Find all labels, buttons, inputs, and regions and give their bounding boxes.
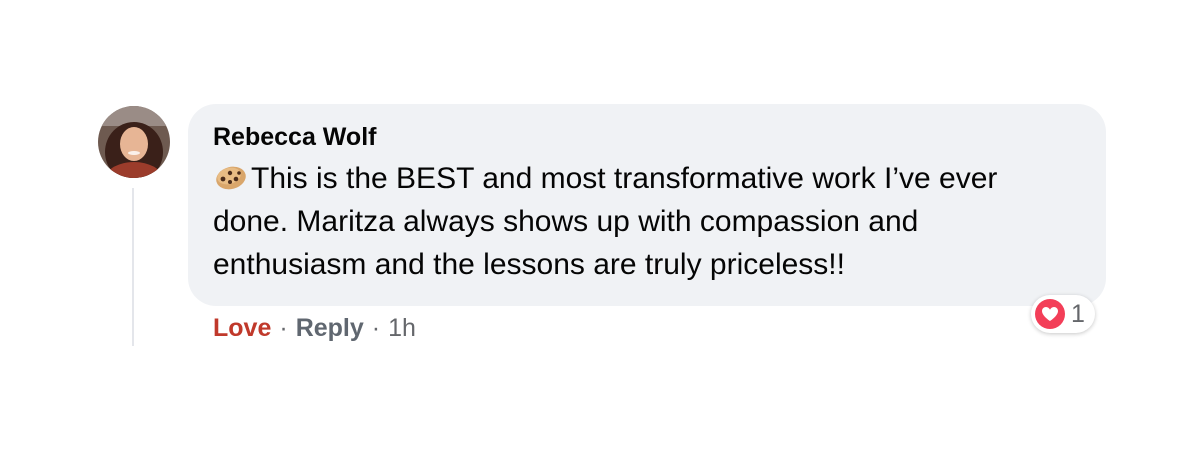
cookie-emoji-icon	[213, 161, 249, 191]
thread-line	[132, 188, 134, 346]
author-name[interactable]: Rebecca Wolf	[213, 122, 1082, 152]
comment-body: This is the BEST and most transformative…	[213, 162, 998, 281]
love-button[interactable]: Love	[213, 310, 271, 346]
reaction-count: 1	[1071, 299, 1085, 328]
reaction-summary[interactable]: 1	[1031, 295, 1095, 333]
comment-bubble: Rebecca Wolf This is the BEST and most t…	[188, 104, 1106, 306]
comment: Rebecca Wolf This is the BEST and most t…	[98, 104, 1118, 354]
heart-icon	[1035, 299, 1065, 329]
comment-actions: Love · Reply · 1h	[213, 310, 416, 346]
separator: ·	[371, 314, 381, 342]
reply-button[interactable]: Reply	[296, 310, 364, 346]
avatar[interactable]	[98, 106, 170, 178]
timestamp[interactable]: 1h	[388, 310, 416, 346]
separator: ·	[279, 314, 288, 342]
comment-text: This is the BEST and most transformative…	[213, 157, 1053, 286]
